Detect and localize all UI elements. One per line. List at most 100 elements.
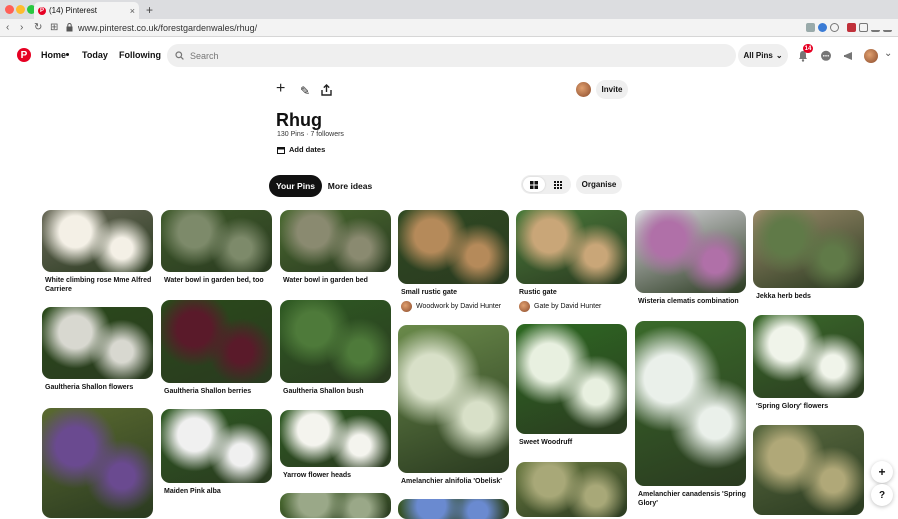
add-dates-button[interactable]: Add dates [277, 145, 325, 154]
nav-following[interactable]: Following [119, 50, 161, 60]
pin-attribution[interactable]: Woodwork by David Hunter [401, 300, 509, 312]
pin-image[interactable] [161, 409, 272, 483]
pin-title[interactable]: Jekka herb beds [756, 293, 864, 302]
pin-image[interactable] [398, 499, 509, 519]
pin-image[interactable] [280, 300, 391, 383]
minimize-window-button[interactable] [16, 5, 25, 14]
pin-card[interactable]: Gaultheria Shallon bush [280, 300, 391, 397]
invite-button[interactable]: Invite [596, 80, 628, 99]
pin-image[interactable] [280, 210, 391, 272]
pin-image[interactable] [635, 210, 746, 293]
pin-title[interactable]: Yarrow flower heads [283, 472, 391, 481]
pin-card[interactable]: Amelanchier canadensis 'Spring Glory' [635, 321, 746, 508]
pin-title[interactable]: Gaultheria Shallon flowers [45, 384, 153, 393]
pin-title[interactable]: Gaultheria Shallon bush [283, 388, 391, 397]
account-chevron-down-icon[interactable]: ⌄ [884, 48, 892, 59]
pin-card[interactable]: Gaultheria Shallon flowers [42, 307, 153, 393]
pin-card[interactable]: 'Spring Glory' flowers [753, 315, 864, 412]
extension-icon[interactable] [818, 23, 827, 32]
pin-title[interactable]: Gaultheria Shallon berries [164, 388, 272, 397]
search-input[interactable]: Search [167, 44, 736, 67]
download-icon[interactable] [883, 23, 892, 32]
pin-card[interactable]: Gaultheria Shallon berries [161, 300, 272, 397]
pin-image[interactable] [398, 325, 509, 473]
pin-image[interactable] [516, 210, 627, 284]
grid-icon[interactable]: ⊞ [50, 22, 58, 33]
pin-image[interactable] [280, 410, 391, 467]
pin-image[interactable] [753, 315, 864, 398]
organise-button[interactable]: Organise [576, 175, 622, 194]
extension-icon[interactable] [806, 23, 815, 32]
pin-card[interactable] [753, 425, 864, 515]
add-fab-button[interactable]: + [871, 461, 893, 483]
pin-image[interactable] [753, 210, 864, 288]
share-icon[interactable] [871, 23, 880, 32]
board-meta[interactable]: 130 Pins · 7 followers [277, 131, 344, 138]
pin-title[interactable]: Wisteria clematis combination [638, 298, 746, 307]
default-grid-view-button[interactable] [523, 177, 545, 192]
pin-image[interactable] [161, 210, 272, 272]
reload-button[interactable]: ↻ [34, 22, 42, 33]
pin-image[interactable] [42, 307, 153, 379]
forward-button[interactable]: › [20, 22, 23, 33]
all-pins-dropdown[interactable]: All Pins ⌄ [738, 44, 788, 67]
pin-card[interactable]: Small rustic gate Woodwork by David Hunte… [398, 210, 509, 312]
pin-card[interactable] [280, 493, 391, 518]
collaborator-avatar[interactable] [576, 82, 591, 97]
pin-image[interactable] [753, 425, 864, 515]
pin-title[interactable]: Rustic gate [519, 289, 627, 298]
pin-card[interactable] [398, 499, 509, 519]
pin-title[interactable]: 'Spring Glory' flowers [756, 403, 864, 412]
pin-card[interactable]: Maiden Pink alba [161, 409, 272, 497]
pin-card[interactable] [42, 408, 153, 518]
heart-icon[interactable] [830, 23, 839, 32]
pinterest-logo-icon[interactable]: P [17, 48, 31, 62]
share-icon[interactable] [321, 84, 332, 96]
chat-bubble-icon[interactable] [820, 50, 832, 62]
pin-card[interactable] [516, 462, 627, 517]
pin-image[interactable] [635, 321, 746, 486]
pin-title[interactable]: Amelanchier alnifolia 'Obelisk' [401, 478, 509, 487]
pin-card[interactable]: Sweet Woodruff [516, 324, 627, 448]
extension-icon[interactable] [847, 23, 856, 32]
pin-title[interactable]: Water bowl in garden bed, too [164, 277, 272, 286]
pin-title[interactable]: Sweet Woodruff [519, 439, 627, 448]
close-window-button[interactable] [5, 5, 14, 14]
pin-card[interactable]: Yarrow flower heads [280, 410, 391, 481]
back-button[interactable]: ‹ [6, 22, 9, 33]
close-tab-icon[interactable]: × [130, 6, 135, 16]
url-text[interactable]: www.pinterest.co.uk/forestgardenwales/rh… [78, 23, 257, 33]
tab-more-ideas[interactable]: More ideas [325, 175, 375, 197]
pin-card[interactable]: Rustic gate Gate by David Hunter [516, 210, 627, 312]
help-fab-button[interactable]: ? [871, 484, 893, 506]
add-pin-icon[interactable]: + [276, 80, 285, 98]
pin-card[interactable]: Water bowl in garden bed, too [161, 210, 272, 286]
nav-home[interactable]: Home [41, 50, 66, 60]
pin-title[interactable]: White climbing rose Mme Alfred Carriere [45, 277, 153, 294]
pin-title[interactable]: Amelanchier canadensis 'Spring Glory' [638, 491, 746, 508]
pin-card[interactable]: Wisteria clematis combination [635, 210, 746, 307]
pin-image[interactable] [42, 210, 153, 272]
pin-card[interactable]: White climbing rose Mme Alfred Carriere [42, 210, 153, 294]
edit-pencil-icon[interactable]: ✎ [300, 84, 310, 98]
pin-title[interactable]: Small rustic gate [401, 289, 509, 298]
pin-title[interactable]: Maiden Pink alba [164, 488, 272, 497]
pin-image[interactable] [280, 493, 391, 518]
profile-avatar[interactable] [864, 49, 878, 63]
pin-card[interactable]: Jekka herb beds [753, 210, 864, 302]
pin-card[interactable]: Water bowl in garden bed [280, 210, 391, 286]
pin-card[interactable]: Amelanchier alnifolia 'Obelisk' [398, 325, 509, 487]
shield-icon[interactable] [859, 23, 868, 32]
new-tab-button[interactable]: + [146, 3, 153, 17]
pin-title[interactable]: Water bowl in garden bed [283, 277, 391, 286]
compact-grid-view-button[interactable] [547, 177, 569, 192]
megaphone-icon[interactable] [843, 50, 855, 62]
pin-image[interactable] [42, 408, 153, 518]
browser-tab[interactable]: P (14) Pinterest × [34, 2, 139, 19]
nav-today[interactable]: Today [82, 50, 108, 60]
tab-your-pins[interactable]: Your Pins [269, 175, 322, 197]
pin-image[interactable] [516, 324, 627, 434]
pin-attribution[interactable]: Gate by David Hunter [519, 300, 627, 312]
pin-image[interactable] [161, 300, 272, 383]
pin-image[interactable] [398, 210, 509, 284]
